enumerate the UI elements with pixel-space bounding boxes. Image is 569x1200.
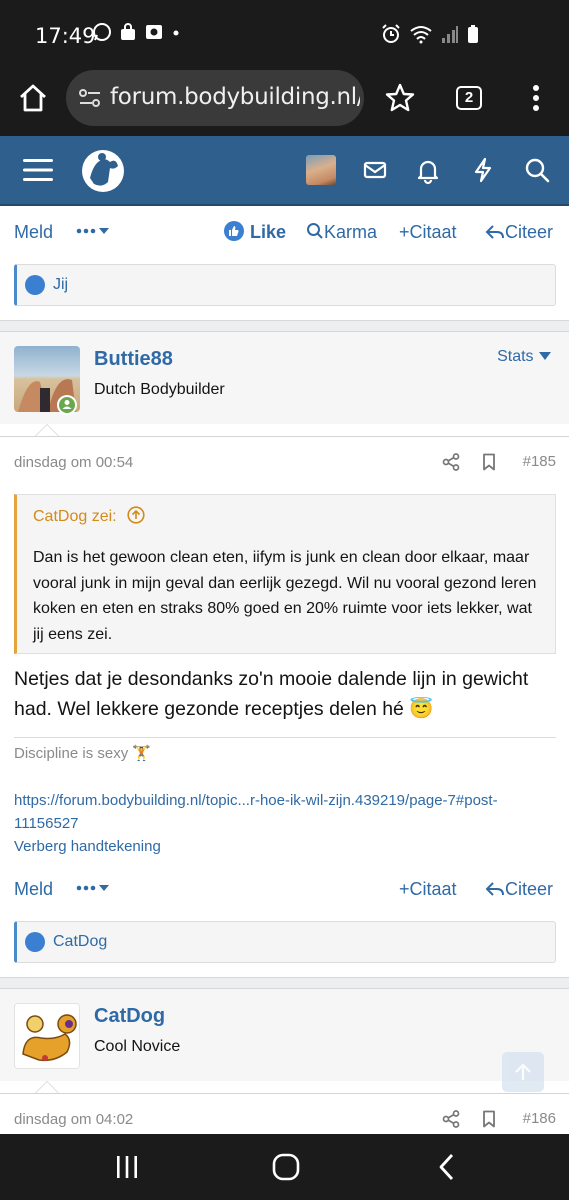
more-dots-icon: [76, 228, 109, 234]
plus-icon: +: [399, 879, 410, 899]
more-actions-dropdown[interactable]: [76, 222, 110, 243]
post-actions-185: Meld +Citaat Citeer: [0, 865, 569, 913]
stats-dropdown[interactable]: Stats: [497, 348, 552, 366]
site-settings-icon[interactable]: [78, 87, 102, 109]
karma-button[interactable]: Karma: [306, 222, 377, 243]
karma-search-icon: [307, 223, 323, 239]
scroll-to-top-button[interactable]: [502, 1052, 544, 1092]
home-nav-icon[interactable]: [271, 1152, 301, 1182]
post-separator: [0, 320, 569, 332]
reply-label: Citeer: [505, 222, 554, 242]
quote-button[interactable]: +Citaat: [399, 222, 457, 243]
back-nav-icon[interactable]: [434, 1152, 460, 1182]
arrow-up-icon: [515, 1063, 531, 1080]
post-actions-prev: Meld Like Karma +Citaat Citeer: [0, 208, 569, 256]
karma-label: Karma: [324, 222, 378, 242]
reaction-users[interactable]: CatDog: [53, 933, 107, 951]
alarm-icon: [382, 24, 400, 43]
signal-icon: [442, 26, 458, 43]
more-dots-icon: [76, 885, 109, 891]
wifi-icon: [410, 26, 432, 44]
username[interactable]: CatDog: [94, 1005, 165, 1028]
quote-body: Dan is het gewoon clean eten, iifym is j…: [33, 549, 537, 643]
chevron-down-icon: [539, 352, 551, 360]
hamburger-menu-icon[interactable]: [22, 154, 54, 186]
reactions-bar-185[interactable]: CatDog: [14, 921, 556, 963]
user-title: Dutch Bodybuilder: [94, 381, 225, 398]
report-link[interactable]: Meld: [14, 222, 53, 243]
system-icons: [381, 24, 479, 44]
home-icon[interactable]: [17, 82, 49, 114]
user-title: Cool Novice: [94, 1038, 181, 1055]
reply-button[interactable]: Citeer: [485, 879, 553, 900]
reactions-bar-prev[interactable]: Jij: [14, 264, 556, 306]
notification-icons: [92, 22, 182, 42]
post-number[interactable]: #186: [523, 1110, 556, 1127]
forum-header: [0, 136, 569, 206]
shopping-bag-icon: [121, 23, 135, 40]
post-date[interactable]: dinsdag om 04:02: [14, 1111, 133, 1128]
online-status-icon: [57, 395, 77, 415]
quote-block: CatDog zei: Dan is het gewoon clean eten…: [14, 494, 556, 654]
like-label: Like: [250, 222, 287, 242]
hide-signature-link[interactable]: Verberg handtekening: [14, 835, 554, 858]
reaction-users[interactable]: Jij: [53, 276, 68, 294]
bookmark-icon[interactable]: [480, 453, 498, 471]
address-bar[interactable]: forum.bodybuilding.nl/: [66, 70, 364, 126]
signature-link[interactable]: https://forum.bodybuilding.nl/topic...r-…: [14, 789, 554, 835]
bookmark-icon[interactable]: [480, 1110, 498, 1128]
post-date[interactable]: dinsdag om 00:54: [14, 454, 133, 471]
share-icon[interactable]: [442, 453, 460, 471]
battery-icon: [468, 25, 478, 43]
like-reaction-icon: [25, 932, 45, 952]
system-nav-bar: [0, 1134, 569, 1200]
alerts-bell-icon[interactable]: [412, 154, 444, 186]
user-avatar-catdog[interactable]: [14, 1003, 80, 1069]
post-separator: [0, 977, 569, 989]
go-to-quote-icon: [127, 506, 145, 524]
signature-text: Discipline is sexy 🏋️: [14, 745, 152, 762]
account-avatar[interactable]: [306, 155, 336, 185]
post-meta-185: dinsdag om 00:54 #185: [0, 436, 569, 486]
bookmark-star-icon[interactable]: [384, 82, 416, 114]
status-bar: 17:49: [0, 0, 569, 70]
post-number[interactable]: #185: [523, 453, 556, 470]
username[interactable]: Buttie88: [94, 348, 173, 371]
tab-switcher-button[interactable]: 2: [456, 86, 482, 110]
plus-icon: +: [399, 222, 410, 242]
recent-apps-icon[interactable]: [114, 1154, 140, 1180]
whats-new-bolt-icon[interactable]: [467, 154, 499, 186]
forum-logo-icon[interactable]: [80, 148, 126, 194]
search-icon[interactable]: [521, 154, 553, 186]
reply-arrow-icon: [485, 225, 504, 239]
more-actions-dropdown[interactable]: [76, 879, 110, 900]
post-user-block-186: CatDog Cool Novice: [0, 989, 569, 1081]
report-link[interactable]: Meld: [14, 879, 53, 900]
like-reaction-icon: [25, 275, 45, 295]
quote-button[interactable]: +Citaat: [399, 879, 457, 900]
browser-toolbar: forum.bodybuilding.nl/ 2: [0, 70, 569, 136]
thumbs-up-icon: [224, 221, 244, 241]
like-button[interactable]: Like: [223, 220, 286, 243]
inbox-icon[interactable]: [359, 154, 391, 186]
share-icon[interactable]: [442, 1110, 460, 1128]
post-message: Netjes dat je desondanks zo'n mooie dale…: [14, 668, 529, 720]
app-notification-icon: [146, 25, 162, 39]
reply-label: Citeer: [505, 879, 554, 899]
reply-arrow-icon: [485, 882, 504, 896]
browser-menu-icon[interactable]: [520, 82, 552, 114]
url-text: forum.bodybuilding.nl/: [110, 84, 360, 110]
stats-label: Stats: [497, 348, 534, 365]
signature-divider: [14, 737, 556, 738]
whatsapp-icon: [93, 23, 111, 41]
quote-label: Citaat: [409, 879, 457, 899]
more-notifications-icon: [173, 30, 179, 36]
reply-button[interactable]: Citeer: [485, 222, 553, 243]
quote-label: Citaat: [409, 222, 457, 242]
status-time: 17:49: [35, 24, 96, 48]
quote-author: CatDog zei:: [33, 508, 117, 525]
quote-header[interactable]: CatDog zei:: [33, 506, 145, 526]
post-user-block-185: Buttie88 Dutch Bodybuilder Stats: [0, 332, 569, 424]
